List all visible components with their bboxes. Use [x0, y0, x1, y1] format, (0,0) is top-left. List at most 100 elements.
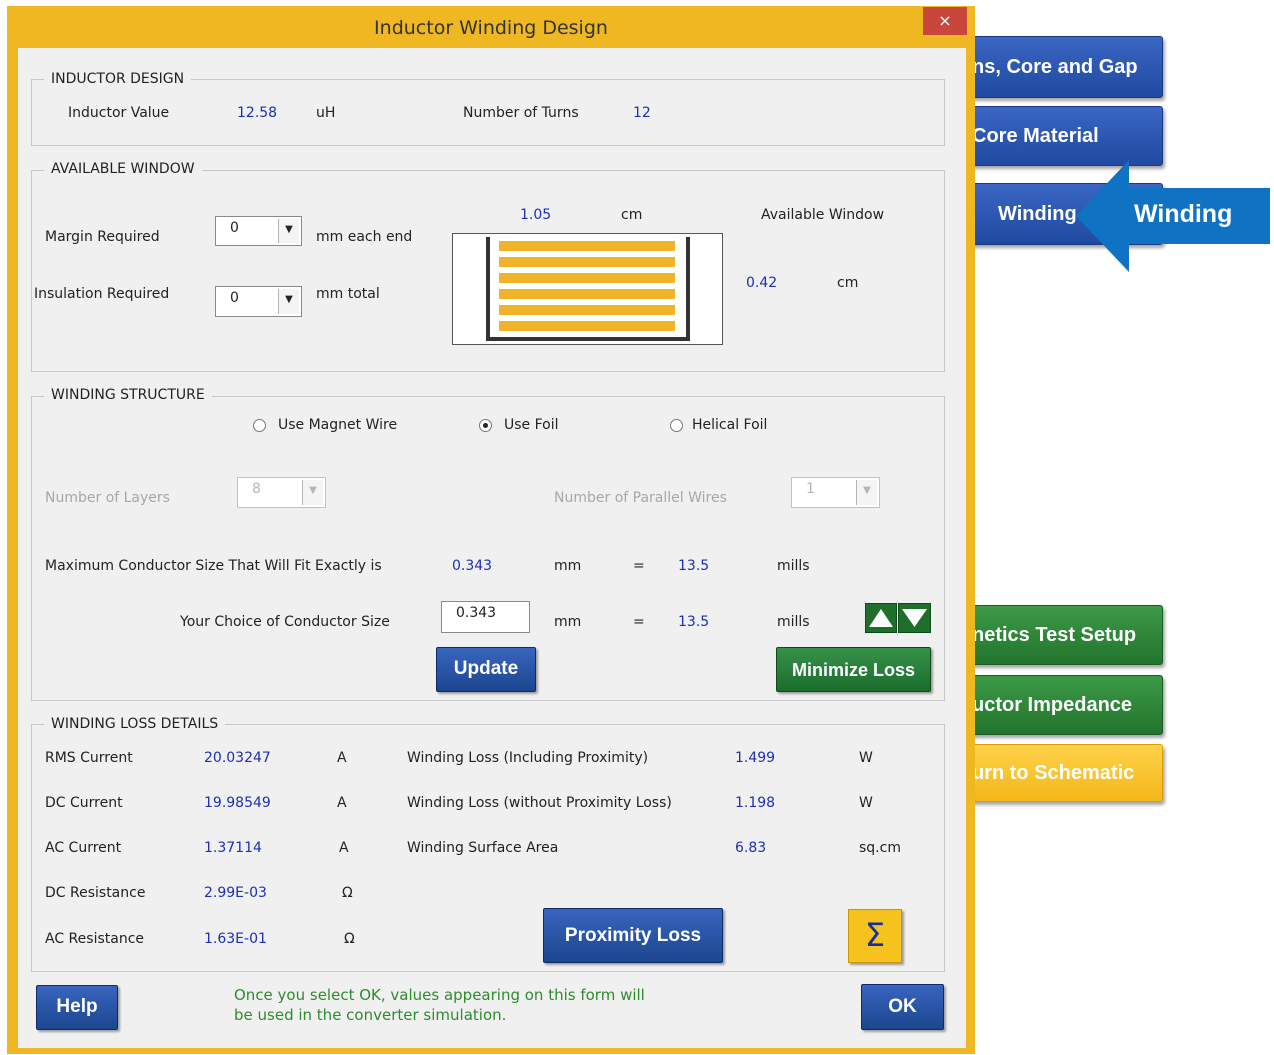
- inductor-impedance-button[interactable]: uctor Impedance: [963, 675, 1163, 735]
- proximity-loss-button[interactable]: Proximity Loss: [543, 908, 723, 963]
- winding-label: Winding: [998, 202, 1077, 225]
- layers-combo: 8 ▼: [237, 477, 326, 508]
- chevron-down-icon[interactable]: ▼: [278, 289, 299, 314]
- ac-resistance-unit: Ω: [344, 931, 355, 947]
- surface-area-label: Winding Surface Area: [407, 840, 559, 856]
- loss-including-proximity-unit: W: [859, 750, 873, 766]
- window-width-value: 1.05: [520, 207, 552, 223]
- magnetics-test-setup-button[interactable]: netics Test Setup: [963, 605, 1163, 665]
- dimensions-core-gap-button[interactable]: ns, Core and Gap: [963, 36, 1163, 98]
- max-equals: =: [633, 558, 645, 574]
- magnet-wire-radio[interactable]: [253, 419, 266, 432]
- help-button[interactable]: Help: [36, 985, 118, 1030]
- chevron-down-icon: ▼: [856, 480, 877, 505]
- magnetics-test-setup-label: netics Test Setup: [972, 623, 1137, 646]
- layers-value: 8: [252, 481, 261, 497]
- choice-equals: =: [633, 614, 645, 630]
- available-window-label: Available Window: [761, 207, 885, 223]
- layers-label: Number of Layers: [45, 490, 170, 506]
- loss-without-proximity-unit: W: [859, 795, 873, 811]
- inductor-winding-dialog: Inductor Winding Design × INDUCTOR DESIG…: [7, 6, 975, 1054]
- choice-label: Your Choice of Conductor Size: [180, 614, 390, 630]
- size-down-button[interactable]: [898, 603, 931, 633]
- triangle-down-icon: [902, 609, 927, 627]
- margin-combo[interactable]: 0 ▼: [215, 216, 302, 246]
- winding-structure-legend: WINDING STRUCTURE: [44, 387, 212, 403]
- max-conductor-mills: 13.5: [678, 558, 710, 574]
- close-icon: ×: [938, 11, 952, 30]
- available-window-legend: AVAILABLE WINDOW: [44, 161, 202, 177]
- margin-value: 0: [230, 220, 239, 236]
- parallel-wires-label: Number of Parallel Wires: [554, 490, 727, 506]
- winding-window-diagram: [452, 233, 723, 345]
- ac-resistance-label: AC Resistance: [45, 931, 144, 947]
- max-conductor-label: Maximum Conductor Size That Will Fit Exa…: [45, 558, 382, 574]
- dc-current-value: 19.98549: [204, 795, 271, 811]
- footer-note-line1: Once you select OK, values appearing on …: [234, 986, 645, 1004]
- max-mills-unit: mills: [777, 558, 810, 574]
- foil-label[interactable]: Use Foil: [504, 417, 559, 433]
- dialog-titlebar[interactable]: Inductor Winding Design ×: [7, 6, 975, 48]
- turns-value: 12: [633, 105, 651, 121]
- window-height-unit: cm: [837, 275, 859, 291]
- choice-mills: 13.5: [678, 614, 710, 630]
- return-to-schematic-label: urn to Schematic: [972, 761, 1135, 784]
- parallel-wires-combo: 1 ▼: [791, 477, 880, 508]
- inductor-design-legend: INDUCTOR DESIGN: [44, 71, 192, 87]
- helical-foil-radio[interactable]: [670, 419, 683, 432]
- dc-resistance-label: DC Resistance: [45, 885, 146, 901]
- winding-callout-label: Winding: [1134, 200, 1233, 228]
- inductor-value: 12.58: [237, 105, 278, 121]
- chevron-down-icon[interactable]: ▼: [278, 219, 299, 243]
- rms-current-label: RMS Current: [45, 750, 133, 766]
- max-mm-unit: mm: [554, 558, 582, 574]
- dc-current-unit: A: [337, 795, 347, 811]
- insulation-combo[interactable]: 0 ▼: [215, 286, 302, 317]
- inductor-impedance-label: uctor Impedance: [972, 693, 1133, 716]
- margin-label: Margin Required: [45, 229, 160, 245]
- loss-including-proximity-value: 1.499: [735, 750, 776, 766]
- core-material-button[interactable]: Core Material: [963, 106, 1163, 166]
- foil-radio[interactable]: [479, 419, 492, 432]
- loss-including-proximity-label: Winding Loss (Including Proximity): [407, 750, 649, 766]
- dc-resistance-value: 2.99E-03: [204, 885, 267, 901]
- ac-current-label: AC Current: [45, 840, 122, 856]
- ac-current-unit: A: [339, 840, 349, 856]
- window-height-value: 0.42: [746, 275, 778, 291]
- update-button[interactable]: Update: [436, 647, 536, 692]
- helical-foil-label[interactable]: Helical Foil: [692, 417, 767, 433]
- ok-button[interactable]: OK: [861, 984, 944, 1030]
- ac-resistance-value: 1.63E-01: [204, 931, 267, 947]
- chevron-down-icon: ▼: [302, 480, 323, 505]
- size-up-button[interactable]: [865, 603, 897, 633]
- dialog-client-area: INDUCTOR DESIGN Inductor Value 12.58 uH …: [18, 48, 966, 1048]
- surface-area-value: 6.83: [735, 840, 767, 856]
- insulation-value: 0: [230, 290, 239, 306]
- footer-note-line2: be used in the converter simulation.: [234, 1006, 507, 1024]
- dc-resistance-unit: Ω: [342, 885, 353, 901]
- insulation-unit: mm total: [316, 286, 380, 302]
- rms-current-unit: A: [337, 750, 347, 766]
- return-to-schematic-button[interactable]: urn to Schematic: [963, 744, 1163, 802]
- max-conductor-mm: 0.343: [452, 558, 493, 574]
- loss-without-proximity-label: Winding Loss (without Proximity Loss): [407, 795, 672, 811]
- window-width-unit: cm: [621, 207, 643, 223]
- parallel-wires-value: 1: [806, 481, 815, 497]
- insulation-label: Insulation Required: [34, 286, 170, 302]
- loss-without-proximity-value: 1.198: [735, 795, 776, 811]
- triangle-up-icon: [869, 609, 893, 627]
- inductor-value-label: Inductor Value: [68, 105, 170, 121]
- close-button[interactable]: ×: [923, 7, 967, 35]
- conductor-size-input[interactable]: 0.343: [441, 601, 530, 633]
- turns-label: Number of Turns: [463, 105, 579, 121]
- choice-mm-unit: mm: [554, 614, 582, 630]
- sigma-icon: Σ: [864, 916, 886, 954]
- dialog-title: Inductor Winding Design: [374, 17, 608, 39]
- choice-mills-unit: mills: [777, 614, 810, 630]
- winding-loss-legend: WINDING LOSS DETAILS: [44, 716, 226, 732]
- inductor-unit: uH: [316, 105, 336, 121]
- minimize-loss-button[interactable]: Minimize Loss: [776, 647, 931, 692]
- magnet-wire-label[interactable]: Use Magnet Wire: [278, 417, 397, 433]
- dimensions-core-gap-label: ns, Core and Gap: [972, 55, 1138, 78]
- sigma-button[interactable]: Σ: [848, 909, 902, 963]
